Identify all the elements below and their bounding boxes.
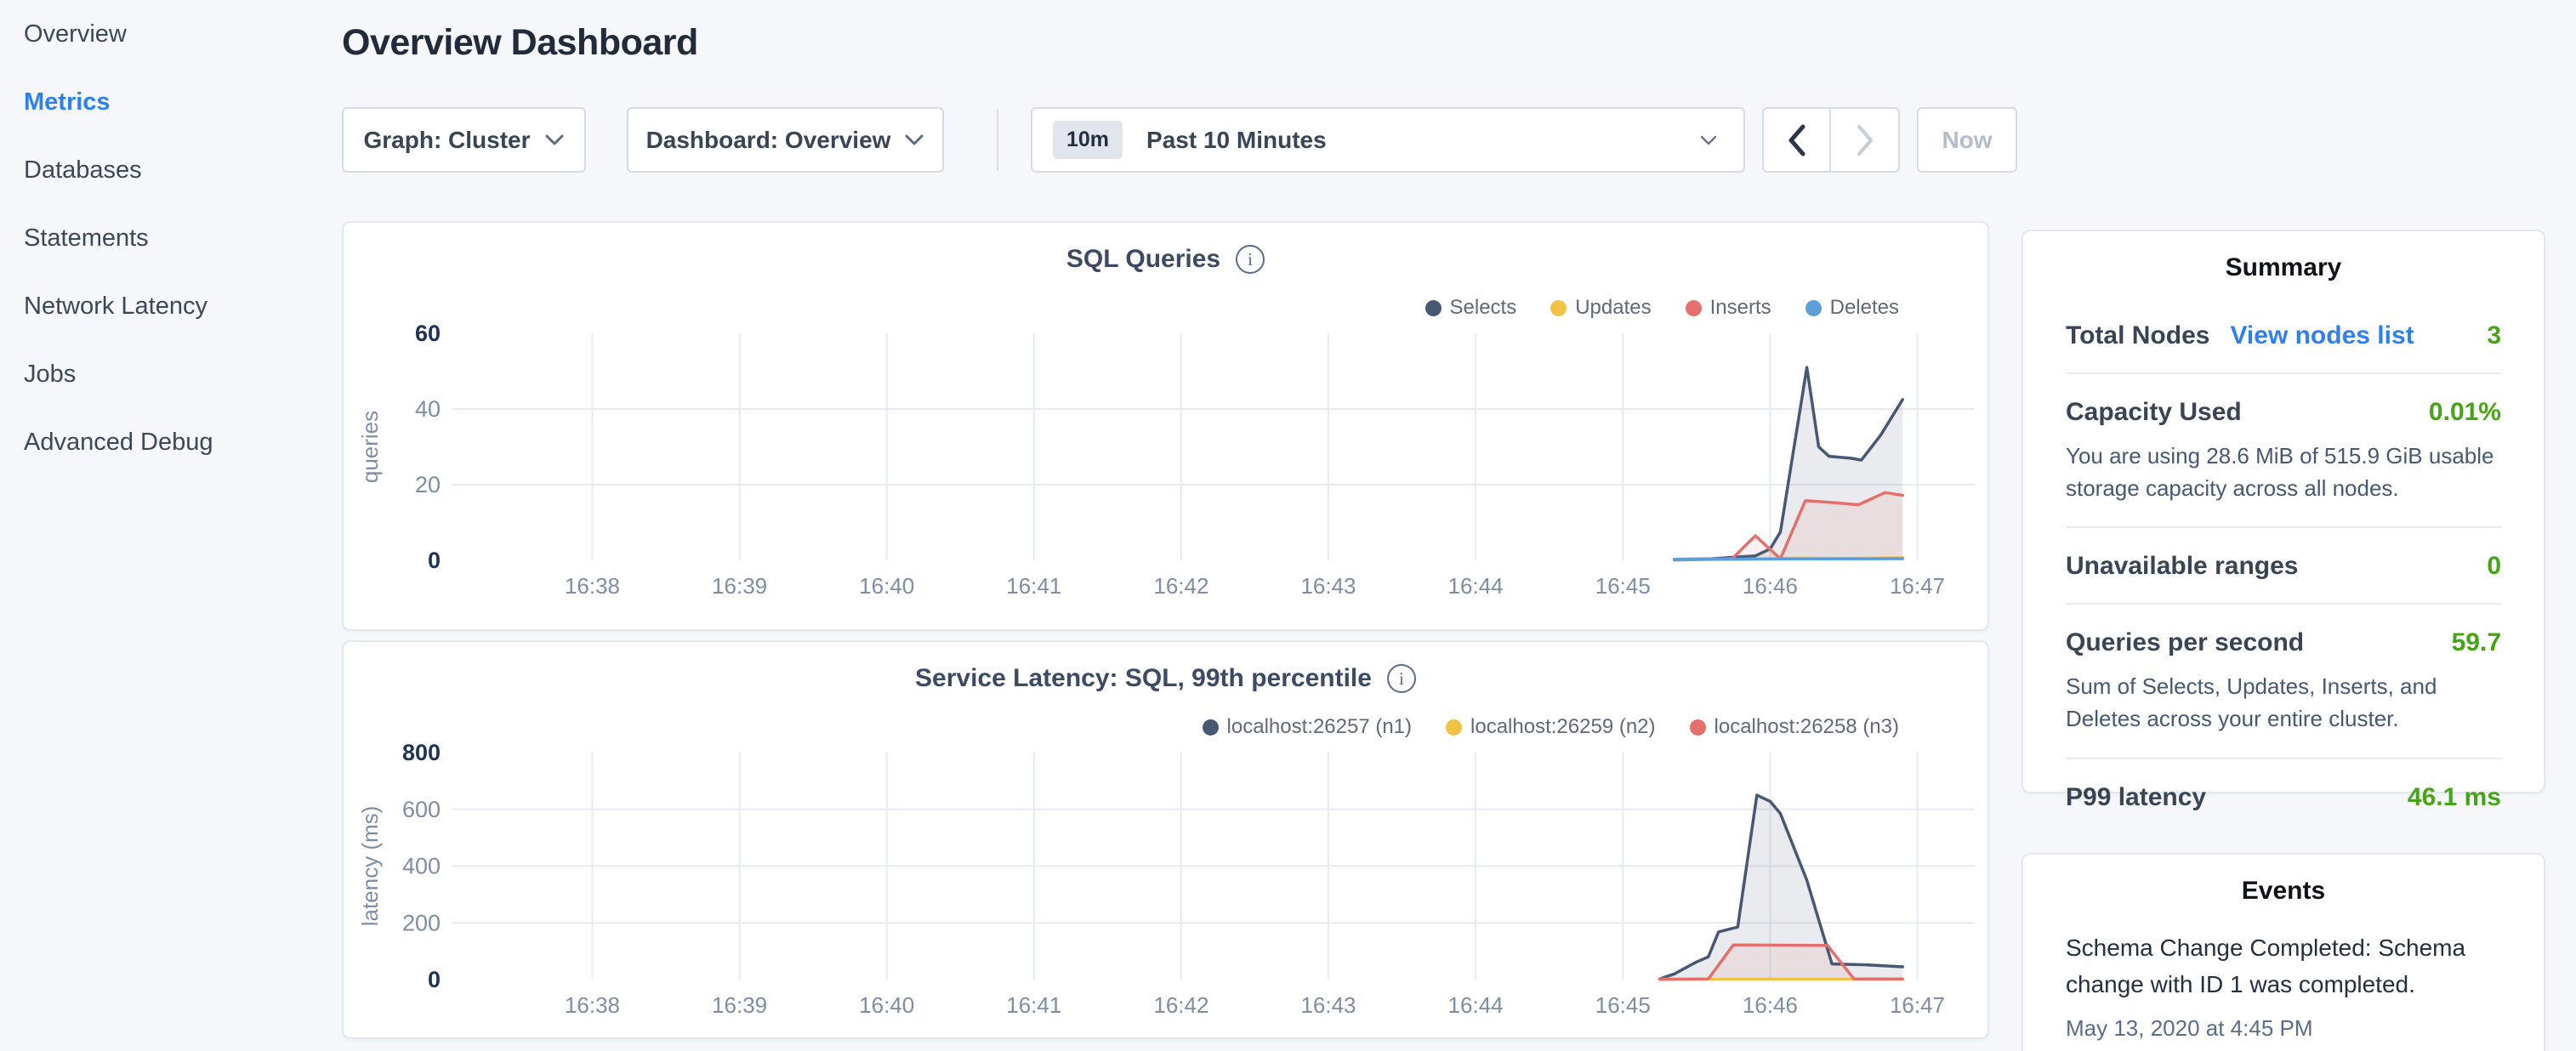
summary-row-value: 3 [2487,321,2501,350]
page-title: Overview Dashboard [342,22,698,64]
summary-row-value: 0 [2487,552,2501,581]
svg-text:800: 800 [402,740,441,765]
svg-text:16:42: 16:42 [1153,992,1208,1018]
view-nodes-list-link[interactable]: View nodes list [2230,321,2414,350]
svg-text:60: 60 [415,321,441,346]
event-message: Schema Change Completed: Schema change w… [2066,929,2501,1003]
chevron-right-icon [1854,122,1876,158]
svg-text:16:47: 16:47 [1890,573,1945,599]
summary-row-description: Sum of Selects, Updates, Inserts, and De… [2066,671,2501,735]
svg-text:16:40: 16:40 [859,573,914,599]
time-range-picker[interactable]: 10m Past 10 Minutes [1031,107,1745,173]
svg-text:16:42: 16:42 [1153,573,1208,599]
svg-text:16:39: 16:39 [712,992,767,1018]
sidebar-item-network-latency[interactable]: Network Latency [0,272,340,340]
svg-text:16:47: 16:47 [1890,992,1945,1018]
time-range-label: Past 10 Minutes [1146,127,1327,154]
graph-dropdown-label: Graph: Cluster [363,127,530,154]
sidebar-item-metrics[interactable]: Metrics [0,68,340,136]
svg-text:16:41: 16:41 [1006,992,1061,1018]
svg-text:0: 0 [428,967,441,992]
event-item: Schema Change Completed: Schema change w… [2023,906,2544,1042]
time-range-badge: 10m [1053,121,1123,159]
graph-dropdown[interactable]: Graph: Cluster [342,107,586,173]
svg-text:16:43: 16:43 [1300,573,1356,599]
summary-row: Capacity Used 0.01% You are using 28.6 MiB… [2066,372,2501,526]
svg-text:16:40: 16:40 [859,992,914,1018]
summary-row-value: 0.01% [2429,398,2501,427]
chevron-left-icon [1786,122,1808,158]
sidebar-item-databases[interactable]: Databases [0,136,340,204]
time-step-forward-button[interactable] [1831,109,1898,171]
sidebar-item-statements[interactable]: Statements [0,204,340,272]
service-latency-chart-plot: 0 200 400 600 800 16:38 16:39 16:40 16:41 16:42 16… [344,642,1987,1037]
svg-text:16:44: 16:44 [1448,573,1504,599]
summary-row-label: Total Nodes [2066,321,2209,350]
events-panel-title: Events [2023,855,2544,906]
sidebar-item-jobs[interactable]: Jobs [0,340,340,408]
svg-text:16:44: 16:44 [1448,992,1504,1018]
sidebar: OverviewMetricsDatabasesStatementsNetwor… [0,0,340,1051]
svg-text:200: 200 [402,910,441,935]
svg-text:16:45: 16:45 [1595,992,1651,1018]
now-button[interactable]: Now [1917,107,2017,173]
sidebar-nav-list: OverviewMetricsDatabasesStatementsNetwor… [0,0,340,476]
summary-row-value: 46.1 ms [2408,783,2501,812]
dashboard-dropdown-label: Dashboard: Overview [646,127,891,154]
svg-text:16:46: 16:46 [1743,573,1798,599]
dashboard-dropdown[interactable]: Dashboard: Overview [627,107,944,173]
summary-panel-title: Summary [2023,231,2544,282]
summary-row-value: 59.7 [2452,628,2501,657]
chevron-down-icon [904,134,924,146]
svg-text:600: 600 [402,797,441,822]
time-pager [1762,107,1900,173]
summary-row-label: P99 latency [2066,783,2206,812]
summary-row-label: Capacity Used [2066,398,2242,427]
svg-text:16:43: 16:43 [1300,992,1356,1018]
svg-text:0: 0 [428,548,441,573]
svg-text:16:38: 16:38 [565,573,620,599]
svg-text:latency (ms): latency (ms) [357,806,383,927]
sidebar-item-advanced-debug[interactable]: Advanced Debug [0,408,340,476]
svg-text:400: 400 [402,854,441,879]
svg-text:16:46: 16:46 [1743,992,1798,1018]
svg-text:queries: queries [357,411,383,483]
time-step-back-button[interactable] [1764,109,1831,171]
svg-text:40: 40 [415,396,441,422]
sql-queries-chart-plot: 0 20 40 60 16:38 16:39 16:40 16:41 16:42 16:43 16:… [344,223,1987,629]
svg-text:16:41: 16:41 [1006,573,1061,599]
service-latency-chart-card: Service Latency: SQL, 99th percentile i … [342,640,1989,1039]
events-panel: Events Schema Change Completed: Schema c… [2022,853,2545,1051]
summary-row: Unavailable ranges 0 [2066,526,2501,603]
summary-row: Total Nodes View nodes list 3 [2066,298,2501,372]
summary-rows: Total Nodes View nodes list 3 Capacity Used… [2023,282,2544,834]
sidebar-item-overview[interactable]: Overview [0,0,340,68]
svg-text:16:38: 16:38 [565,992,620,1018]
toolbar-divider [997,109,998,171]
summary-row: Queries per second 59.7 Sum of Selects, Up… [2066,603,2501,757]
svg-text:16:45: 16:45 [1595,573,1651,599]
chevron-down-icon [544,134,565,146]
svg-text:16:39: 16:39 [712,573,767,599]
sql-queries-chart-card: SQL Queries i SelectsUpdatesInsertsDelet… [342,221,1989,631]
summary-row-description: You are using 28.6 MiB of 515.9 GiB usab… [2066,440,2501,504]
summary-row-label: Unavailable ranges [2066,552,2298,581]
summary-panel: Summary Total Nodes View nodes list 3 Capac… [2022,230,2545,793]
summary-row: P99 latency 46.1 ms [2066,758,2501,834]
chevron-down-icon [1699,134,1718,146]
svg-text:20: 20 [415,472,441,497]
event-timestamp: May 13, 2020 at 4:45 PM [2066,1015,2501,1042]
summary-row-label: Queries per second [2066,628,2304,657]
